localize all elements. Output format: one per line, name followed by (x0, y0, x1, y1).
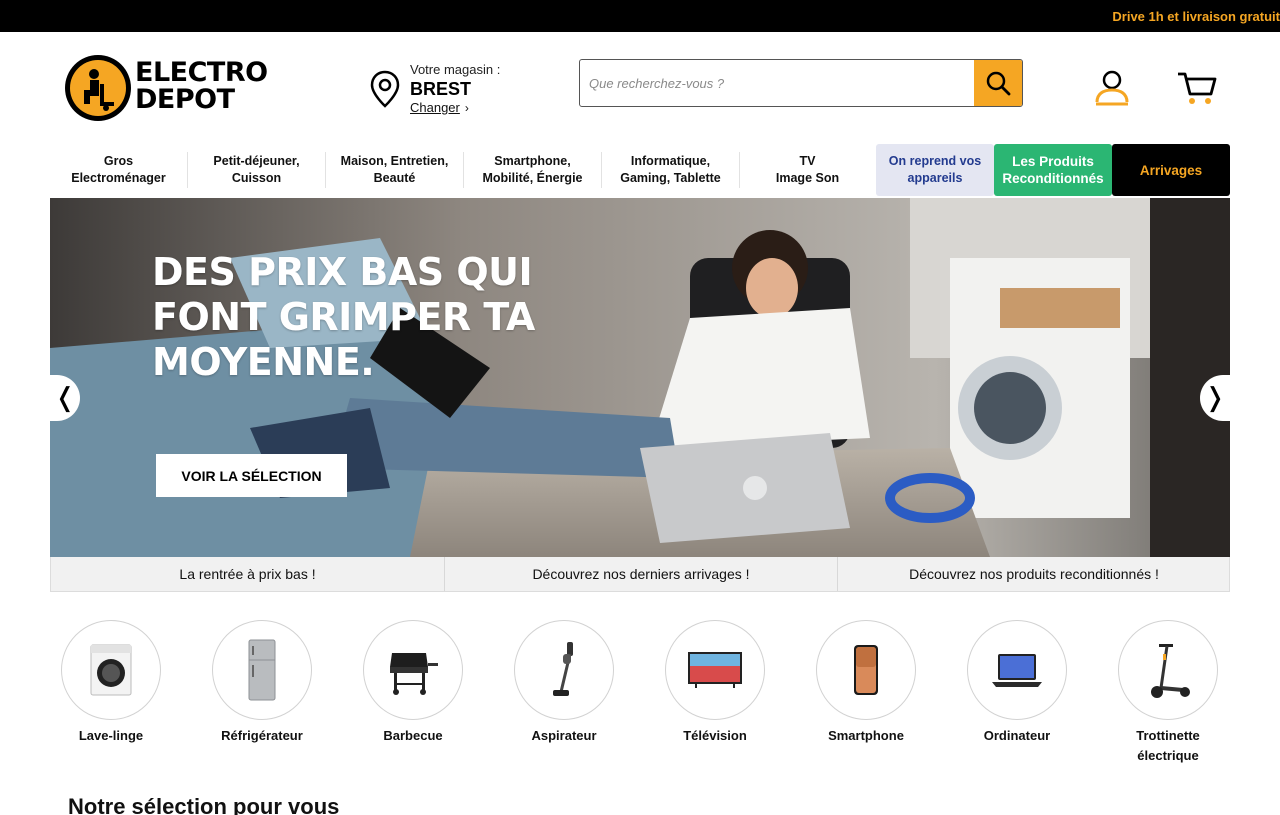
main-navigation: Gros Electroménager Petit-déjeuner, Cuisso… (50, 144, 1230, 196)
smartphone-icon (854, 645, 878, 695)
washing-machine-icon (90, 644, 132, 696)
nav-item-arrivages[interactable]: Arrivages (1112, 144, 1230, 196)
cart-icon (1178, 72, 1217, 104)
search-button[interactable] (974, 60, 1022, 106)
promo-bar: Drive 1h et livraison gratuit (0, 0, 1280, 32)
category-refrigerateur[interactable]: Réfrigérateur (202, 620, 322, 746)
chevron-right-icon: › (464, 101, 469, 115)
category-trottinette[interactable]: Trottinette électrique (1108, 620, 1228, 766)
category-label: Smartphone (828, 728, 904, 743)
nav-item-informatique[interactable]: Informatique, Gaming, Tablette (602, 144, 739, 196)
store-name: BREST (410, 79, 472, 99)
carousel-tabs: La rentrée à prix bas ! Découvrez nos de… (50, 557, 1230, 592)
nav-item-reconditionnes[interactable]: Les Produits Reconditionnés (994, 144, 1112, 196)
category-label: Ordinateur (983, 728, 1051, 743)
category-label: Aspirateur (531, 728, 597, 743)
search-input[interactable] (580, 60, 976, 106)
handtruck-person-icon (84, 69, 114, 111)
chevron-left-icon: ❬ (54, 383, 76, 413)
search-bar (579, 59, 1023, 107)
fridge-icon (248, 639, 276, 701)
category-ordinateur[interactable]: Ordinateur (957, 620, 1077, 746)
view-selection-button[interactable]: VOIR LA SÉLECTION (156, 454, 347, 497)
category-smartphone[interactable]: Smartphone (806, 620, 926, 746)
vacuum-icon (553, 642, 573, 696)
laptop-icon (992, 654, 1042, 687)
location-pin-icon (370, 70, 400, 108)
cart-button[interactable] (1176, 68, 1218, 108)
electro-depot-logo[interactable]: ELECTRO DEPOT (65, 55, 300, 121)
category-aspirateur[interactable]: Aspirateur (504, 620, 624, 746)
nav-item-gros-electromenager[interactable]: Gros Electroménager (50, 144, 187, 196)
store-selector[interactable]: Votre magasin : BREST Changer › (370, 60, 540, 120)
logo-emblem-inner (70, 60, 126, 116)
tab-reconditionnes[interactable]: Découvrez nos produits reconditionnés ! (838, 557, 1230, 591)
store-label: Votre magasin : (410, 62, 501, 77)
category-label: Barbecue (383, 728, 443, 743)
nav-item-smartphone[interactable]: Smartphone, Mobilité, Énergie (464, 144, 601, 196)
hero-title: DES PRIX BAS QUI FONT GRIMPER TA MOYENNE… (152, 250, 535, 384)
promo-text[interactable]: Drive 1h et livraison gratuit (1112, 9, 1280, 24)
scooter-icon (1151, 644, 1190, 698)
tab-arrivages[interactable]: Découvrez nos derniers arrivages ! (445, 557, 837, 591)
hero-banner[interactable]: DES PRIX BAS QUI FONT GRIMPER TA MOYENNE… (50, 198, 1230, 557)
nav-item-maison[interactable]: Maison, Entretien, Beauté (326, 144, 463, 196)
change-store-link[interactable]: Changer › (410, 100, 469, 115)
category-label: Télévision (683, 728, 747, 743)
tab-rentree[interactable]: La rentrée à prix bas ! (51, 557, 444, 591)
nav-item-petit-dejeuner[interactable]: Petit-déjeuner, Cuisson (188, 144, 325, 196)
nav-item-reprise[interactable]: On reprend vos appareils (876, 144, 994, 196)
chevron-right-icon: ❭ (1204, 383, 1226, 413)
account-button[interactable] (1093, 68, 1131, 108)
tv-icon (688, 652, 742, 688)
nav-item-tv[interactable]: TV Image Son (740, 144, 875, 196)
user-icon (1095, 70, 1129, 106)
section-title: Notre sélection pour vous (68, 794, 340, 815)
category-label: Réfrigérateur (221, 728, 303, 743)
logo-wordmark: ELECTRO DEPOT (135, 57, 268, 115)
search-icon (986, 71, 1011, 96)
category-lave-linge[interactable]: Lave-linge (51, 620, 171, 746)
category-barbecue[interactable]: Barbecue (353, 620, 473, 746)
category-label: Lave-linge (78, 728, 144, 743)
category-television[interactable]: Télévision (655, 620, 775, 746)
barbecue-icon (390, 653, 438, 695)
category-label: Trottinette électrique (1136, 728, 1200, 763)
